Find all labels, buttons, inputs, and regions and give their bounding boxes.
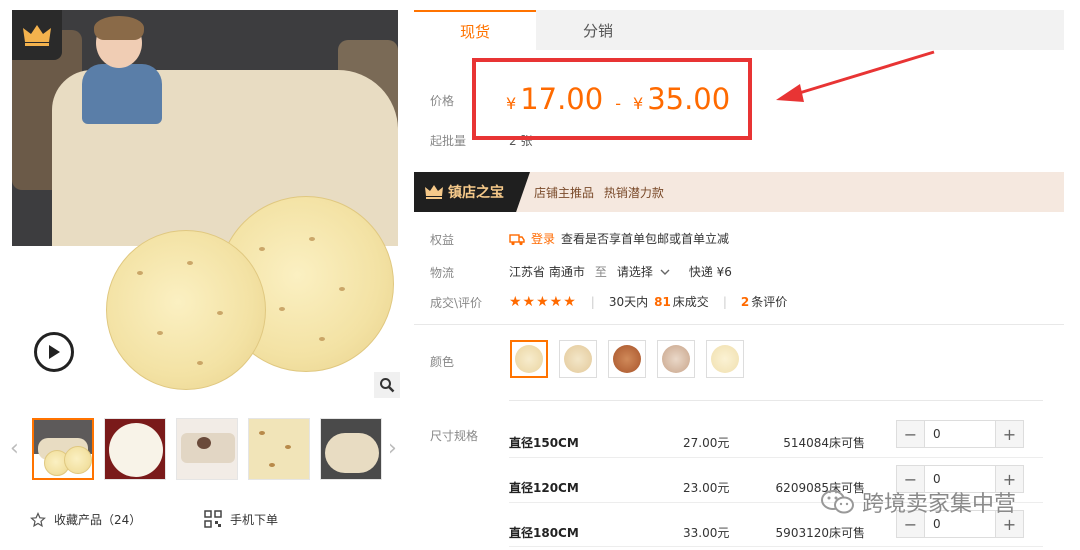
watermark-text: 跨境卖家集中营 (862, 492, 1017, 517)
banner-title: 镇店之宝 (448, 185, 504, 201)
crown-icon (425, 185, 443, 199)
color-swatch[interactable] (608, 340, 646, 378)
star-outline-icon (30, 511, 46, 527)
sold-suffix: 床成交 (672, 295, 709, 309)
sku-price: 23.00元 (683, 481, 730, 495)
login-link[interactable]: 登录 (531, 230, 555, 247)
wechat-watermark: 跨境卖家集中营 (820, 486, 1016, 518)
qr-code-icon (204, 510, 222, 528)
color-swatch[interactable] (510, 340, 548, 378)
tab-distribution[interactable]: 分销 (536, 10, 660, 50)
sku-price: 33.00元 (683, 526, 730, 540)
sku-name: 直径180CM (509, 526, 579, 540)
thumbnail[interactable] (104, 418, 166, 480)
quantity-stepper: − 0 + (896, 420, 1024, 448)
decrease-button[interactable]: − (897, 421, 924, 447)
mobile-order-label: 手机下单 (230, 512, 279, 527)
zoom-icon[interactable] (374, 372, 400, 398)
divider (509, 400, 1043, 401)
sku-name: 直径120CM (509, 481, 579, 495)
color-swatch[interactable] (706, 340, 744, 378)
sku-price: 27.00元 (683, 436, 730, 450)
deals-label: 成交\评价 (430, 296, 483, 310)
moq-label: 起批量 (430, 134, 467, 148)
banner-badge: 镇店之宝 (414, 172, 530, 212)
thumb-next-icon[interactable]: › (388, 436, 397, 461)
ship-from: 江苏省 南通市 (509, 265, 585, 279)
play-video-button[interactable] (34, 332, 74, 372)
thumbnail[interactable] (176, 418, 238, 480)
rights-label: 权益 (430, 233, 455, 247)
wechat-icon (821, 490, 854, 514)
color-label: 颜色 (430, 355, 455, 369)
thumbnail-strip: ‹ › (10, 418, 400, 480)
mobile-order-button[interactable]: 手机下单 (204, 510, 278, 528)
offer-tabs: 现货 分销 (414, 10, 1064, 50)
thumbnail[interactable] (320, 418, 382, 480)
thumb-prev-icon[interactable]: ‹ (10, 436, 19, 461)
crown-icon (12, 10, 62, 60)
color-swatch[interactable] (657, 340, 695, 378)
favorite-product-button[interactable]: 收藏产品（24） (30, 511, 141, 528)
review-suffix[interactable]: 条评价 (751, 293, 787, 310)
quantity-input[interactable]: 0 (924, 421, 996, 447)
rating-stars-icon: ★★★★★ (509, 293, 577, 310)
logistics-label: 物流 (430, 266, 455, 280)
increase-button[interactable]: + (996, 421, 1023, 447)
sku-name: 直径150CM (509, 436, 579, 450)
store-treasure-banner: 镇店之宝 店铺主推品 热销潜力款 (414, 172, 1064, 212)
sold-count: 81 (654, 294, 671, 309)
logistics-row: 江苏省 南通市 至 请选择 快递 ¥6 (509, 263, 732, 280)
divider (509, 457, 1043, 458)
tortilla-blanket-image (106, 230, 266, 390)
favorite-label: 收藏产品（24） (54, 513, 142, 527)
sold-prefix: 30天内 (608, 295, 649, 309)
review-count[interactable]: 2 (741, 295, 749, 309)
destination-select[interactable]: 请选择 (617, 263, 653, 280)
divider (414, 324, 1064, 325)
price-label: 价格 (430, 94, 455, 108)
deals-row: ★★★★★ | 30天内 81 床成交 | 2 条评价 (509, 293, 788, 310)
sku-stock: 514084床可售 (783, 436, 865, 450)
chevron-down-icon[interactable] (659, 267, 671, 277)
sku-stock: 5903120床可售 (775, 526, 865, 540)
color-swatch[interactable] (559, 340, 597, 378)
banner-tags: 店铺主推品 热销潜力款 (534, 186, 664, 200)
size-label: 尺寸规格 (430, 429, 479, 443)
annotation-arrow-icon (776, 50, 935, 102)
thumbnail[interactable] (32, 418, 94, 480)
rights-text: 查看是否享首单包邮或首单立减 (561, 232, 730, 246)
express-fee: 快递 ¥6 (688, 265, 732, 279)
to-word: 至 (594, 265, 607, 279)
price-highlight-box (472, 58, 752, 140)
divider (509, 546, 1043, 547)
tab-spot-goods[interactable]: 现货 (414, 10, 536, 50)
rights-row: 登录 查看是否享首单包邮或首单立减 (509, 230, 729, 247)
product-page: ‹ › 收藏产品（24） 手机下单 现货 分销 价格 ¥ 17.00 - ¥ 3… (0, 0, 1080, 550)
thumbnail[interactable] (248, 418, 310, 480)
delivery-truck-icon (509, 233, 525, 245)
